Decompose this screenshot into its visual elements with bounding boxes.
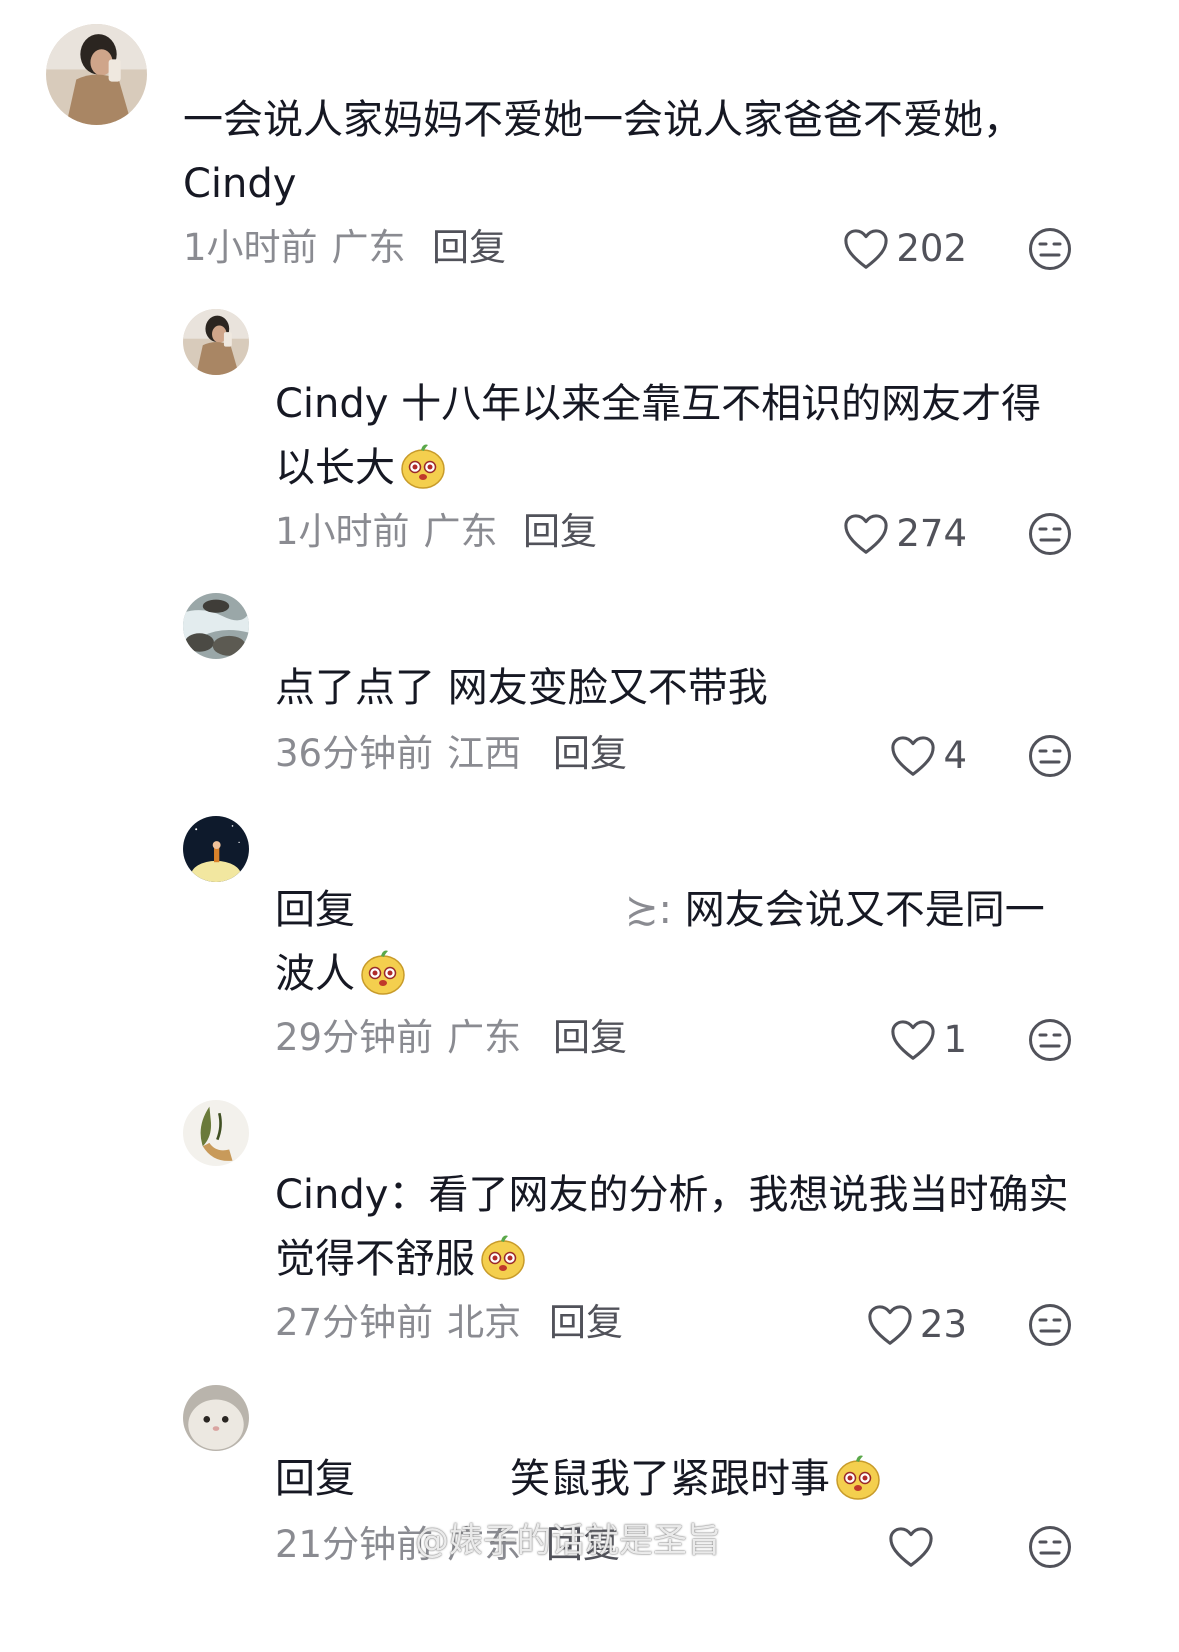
comment-time: 27分钟前 — [275, 1301, 434, 1344]
comment-text: Cindy：看了网友的分析，我想说我当时确实觉得不舒服 — [275, 1172, 1069, 1282]
dislike-button[interactable] — [1028, 1303, 1072, 1347]
meh-face-icon — [1029, 513, 1071, 555]
comment-meta: 29分钟前 广东 — [275, 1016, 521, 1060]
meh-face-icon — [1029, 1304, 1071, 1346]
comment-region: 北京 — [447, 1301, 522, 1344]
comment-text-block: 回复 笑鼠我了紧跟时事 — [275, 1447, 1075, 1511]
comment-region: 广东 — [331, 226, 406, 269]
meh-face-icon — [1029, 1019, 1071, 1061]
watermark-text: @婊子的话就是圣旨 — [415, 1521, 721, 1561]
comment-meta: 36分钟前 江西 — [275, 732, 521, 776]
like-count: 1 — [943, 1018, 967, 1061]
like-button[interactable] — [888, 1526, 934, 1568]
like-button[interactable] — [843, 513, 889, 555]
comment-region: 广东 — [447, 1016, 522, 1059]
like-count: 202 — [896, 227, 967, 270]
comment-text: 一会说人家妈妈不爱她一会说人家爸爸不爱她，Cindy — [183, 97, 1023, 207]
like-count: 4 — [943, 734, 967, 777]
sticker-emoji — [477, 1230, 529, 1282]
like-button[interactable] — [867, 1304, 913, 1346]
avatar-woman-coat-image — [183, 309, 249, 375]
avatar[interactable] — [183, 816, 249, 882]
avatar[interactable] — [183, 1100, 249, 1166]
comment-time: 1小时前 — [275, 510, 410, 553]
like-button[interactable] — [843, 228, 889, 270]
comment-text: 点了点了 网友变脸又不带我 — [275, 665, 768, 711]
reply-button[interactable]: 回复 — [553, 732, 627, 776]
heart-outline-icon — [844, 229, 888, 269]
heart-outline-icon — [889, 1527, 933, 1567]
sticker-emoji — [832, 1450, 884, 1502]
avatar[interactable] — [183, 593, 249, 659]
dislike-button[interactable] — [1028, 734, 1072, 778]
comment-time: 21分钟前 — [275, 1523, 434, 1566]
dislike-button[interactable] — [1028, 227, 1072, 271]
reply-button[interactable]: 回复 — [549, 1301, 623, 1345]
reply-prefix: 回复 — [275, 887, 355, 933]
sticker-emoji — [397, 439, 449, 491]
avatar-woman-coat-image — [46, 24, 147, 125]
meh-face-icon — [1029, 1526, 1071, 1568]
comment-text-block: Cindy 十八年以来全靠互不相识的网友才得以长大 — [275, 372, 1075, 500]
like-count: 274 — [896, 512, 967, 555]
comment-region: 江西 — [447, 732, 522, 775]
meh-face-icon — [1029, 735, 1071, 777]
sticker-emoji — [357, 945, 409, 997]
comment-text: Cindy 十八年以来全靠互不相识的网友才得以长大 — [275, 381, 1042, 491]
avatar[interactable] — [46, 24, 147, 125]
comment-time: 1小时前 — [183, 226, 318, 269]
comment-text: 笑鼠我了紧跟时事 — [510, 1456, 830, 1502]
dislike-button[interactable] — [1028, 1525, 1072, 1569]
like-button[interactable] — [890, 735, 936, 777]
like-count: 23 — [919, 1303, 967, 1346]
reply-button[interactable]: 回复 — [553, 1016, 627, 1060]
reply-button[interactable]: 回复 — [523, 510, 597, 554]
comment-time: 29分钟前 — [275, 1016, 434, 1059]
avatar-river-rocks-image — [183, 593, 249, 659]
avatar-plant-cup-image — [183, 1100, 249, 1166]
reply-prefix: 回复 — [275, 1456, 355, 1502]
heart-outline-icon — [891, 736, 935, 776]
comment-text-block: 回复 ≿: 网友会说又不是同一波人 — [275, 878, 1075, 1006]
avatar[interactable] — [183, 1385, 249, 1451]
avatar-cat-image — [183, 1385, 249, 1451]
heart-outline-icon — [844, 514, 888, 554]
comment-meta: 27分钟前 北京 — [275, 1301, 521, 1345]
heart-outline-icon — [868, 1305, 912, 1345]
avatar-night-moon-image — [183, 816, 249, 882]
meh-face-icon — [1029, 228, 1071, 270]
comment-time: 36分钟前 — [275, 732, 434, 775]
heart-outline-icon — [891, 1020, 935, 1060]
comment-region: 广东 — [423, 510, 498, 553]
comment-meta: 1小时前 广东 — [183, 226, 406, 270]
dislike-button[interactable] — [1028, 512, 1072, 556]
comment-meta: 1小时前 广东 — [275, 510, 498, 554]
like-button[interactable] — [890, 1019, 936, 1061]
comment-text-block: Cindy：看了网友的分析，我想说我当时确实觉得不舒服 — [275, 1163, 1075, 1291]
mention-username[interactable]: ≿: — [625, 887, 672, 933]
dislike-button[interactable] — [1028, 1018, 1072, 1062]
reply-button[interactable]: 回复 — [432, 226, 506, 270]
avatar[interactable] — [183, 309, 249, 375]
